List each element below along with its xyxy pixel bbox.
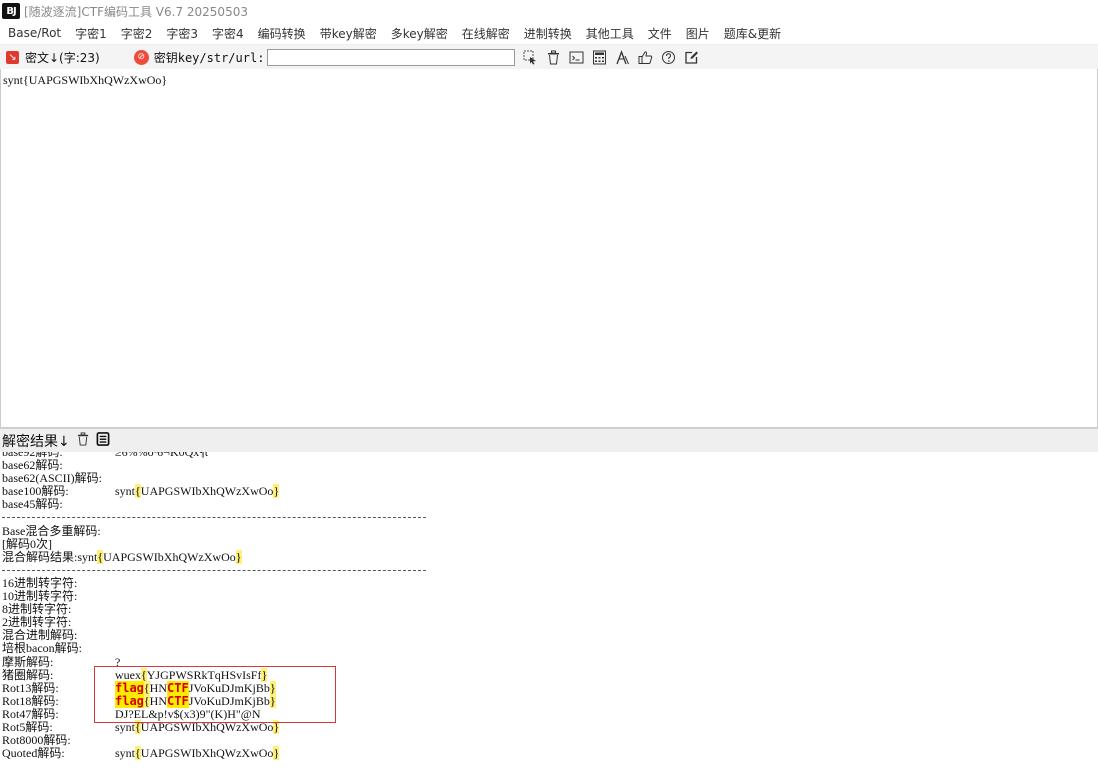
brace-highlight: {	[135, 746, 141, 761]
font-icon[interactable]	[613, 48, 632, 67]
result-line-label: Rot13解码:	[2, 680, 59, 695]
brace-highlight: {	[135, 484, 141, 499]
result-line: 混合解码结果:synt{UAPGSWIbXhQWzXwOo}	[0, 549, 1098, 564]
result-line-value: ≥6%%o¹6¬K0Qx¶tª	[115, 452, 212, 459]
result-line: 培根bacon解码:	[0, 642, 1098, 655]
result-textarea[interactable]: base92解码: ≥6%%o¹6¬K0Qx¶tª base62解码: base62(…	[0, 452, 1098, 771]
result-line: base62解码:	[0, 459, 1098, 472]
result-line-label: Rot18解码:	[2, 693, 59, 708]
result-line-value: synt{UAPGSWIbXhQWzXwOo}	[115, 746, 280, 761]
result-line: base92解码: ≥6%%o¹6¬K0Qx¶tª	[0, 452, 1098, 459]
result-line-label: 16进制转字符:	[2, 575, 78, 590]
result-line: 16进制转字符:	[0, 575, 1098, 590]
terminal-icon[interactable]	[567, 48, 586, 67]
result-line: base45解码:	[0, 498, 1098, 511]
key-input[interactable]	[267, 48, 516, 66]
copy-icon[interactable]	[96, 432, 110, 450]
menu-bar: Base/Rot 字密1 字密2 字密3 字密4 编码转换 带key解密 多ke…	[0, 22, 1098, 45]
title-bar: BJ [随波逐流]CTF编码工具 V6.7 20250503	[0, 0, 1098, 22]
menu-base-rot[interactable]: Base/Rot	[8, 26, 61, 40]
result-line: 2进制转字符:	[0, 616, 1098, 629]
separator	[2, 517, 426, 519]
key-icon[interactable]: ⊘	[133, 49, 149, 65]
menu-file[interactable]: 文件	[648, 25, 672, 42]
toolbar: ↘ 密文↓(字:23) ⊘ 密钥key/str/url:	[0, 45, 1098, 70]
edit-icon[interactable]	[682, 48, 701, 67]
result-line: 10进制转字符:	[0, 590, 1098, 603]
result-line-label: Rot8000解码:	[2, 733, 71, 748]
cipher-label: 密文↓(字:23)	[25, 50, 100, 65]
brace-highlight: }	[273, 746, 280, 761]
menu-zimi2[interactable]: 字密2	[121, 25, 153, 42]
menu-zimi4[interactable]: 字密4	[212, 25, 244, 42]
result-line-label: 混合解码结果:synt{UAPGSWIbXhQWzXwOo}	[2, 549, 242, 564]
separator	[2, 569, 426, 571]
result-line-value: synt{UAPGSWIbXhQWzXwOo}	[115, 484, 280, 499]
result-line-label: [解码0次]	[2, 536, 52, 551]
result-line-label: 摩斯解码:	[2, 654, 54, 669]
result-line-label: base62解码:	[2, 458, 63, 473]
menu-key-decrypt[interactable]: 带key解密	[320, 25, 377, 42]
result-line-label: base62(ASCII)解码:	[2, 471, 102, 486]
calculator-icon[interactable]	[590, 48, 609, 67]
menu-online-decrypt[interactable]: 在线解密	[462, 25, 510, 42]
result-line-label: 培根bacon解码:	[2, 641, 82, 656]
menu-question-bank[interactable]: 题库&更新	[724, 25, 781, 42]
menu-encoding-convert[interactable]: 编码转换	[258, 25, 306, 42]
result-line: [解码0次]	[0, 536, 1098, 551]
trash-icon[interactable]	[76, 432, 90, 450]
result-line-label: Base混合多重解码:	[2, 523, 101, 538]
select-icon[interactable]	[521, 48, 540, 67]
result-line: base100解码: synt{UAPGSWIbXhQWzXwOo}	[0, 484, 1098, 499]
menu-other-tools[interactable]: 其他工具	[586, 25, 634, 42]
result-line	[0, 564, 1098, 577]
help-icon[interactable]	[659, 48, 678, 67]
result-line-label: Rot47解码:	[2, 706, 59, 721]
thumbs-up-icon[interactable]	[636, 48, 655, 67]
result-line: 混合进制解码:	[0, 629, 1098, 642]
menu-zimi3[interactable]: 字密3	[166, 25, 198, 42]
result-line-label: 猪圈解码:	[2, 667, 54, 682]
cipher-text: synt{UAPGSWIbXhQWzXwOo}	[3, 73, 168, 87]
tool-icons	[521, 48, 705, 67]
trash-icon[interactable]	[544, 48, 563, 67]
result-line-label: base100解码:	[2, 484, 69, 499]
result-header: 解密结果↓	[0, 428, 1098, 454]
result-line-label: Rot5解码:	[2, 719, 53, 734]
app-logo: BJ	[2, 3, 20, 19]
menu-base-convert[interactable]: 进制转换	[524, 25, 572, 42]
result-line-label: Quoted解码:	[2, 746, 65, 761]
brace-highlight: }	[235, 549, 242, 564]
key-label: 密钥key/str/url:	[153, 50, 265, 65]
result-line	[0, 511, 1098, 524]
result-line: 8进制转字符:	[0, 603, 1098, 616]
window-title: [随波逐流]CTF编码工具 V6.7 20250503	[24, 4, 248, 19]
brace-highlight: }	[273, 484, 280, 499]
result-label: 解密结果↓	[2, 434, 70, 450]
highlight-box	[94, 666, 336, 723]
menu-multikey-decrypt[interactable]: 多key解密	[391, 25, 448, 42]
menu-zimi1[interactable]: 字密1	[75, 25, 107, 42]
result-line: Quoted解码: synt{UAPGSWIbXhQWzXwOo}	[0, 746, 1098, 761]
cipher-arrow-icon[interactable]: ↘	[6, 50, 19, 64]
result-line-label: base45解码:	[2, 497, 63, 512]
result-line: Base混合多重解码:	[0, 523, 1098, 538]
cipher-textarea[interactable]: synt{UAPGSWIbXhQWzXwOo}	[0, 69, 1098, 428]
menu-image[interactable]: 图片	[686, 25, 710, 42]
brace-highlight: {	[97, 549, 104, 564]
